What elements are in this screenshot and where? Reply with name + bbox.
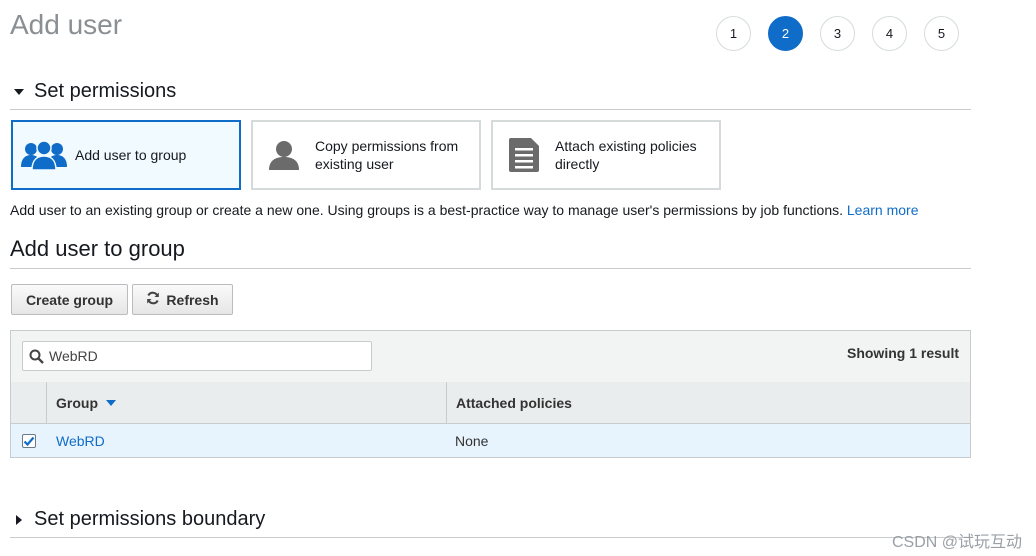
description-text: Add user to an existing group or create … — [10, 202, 843, 218]
step-5[interactable]: 5 — [924, 16, 959, 51]
table-toolbar: Showing 1 result — [11, 331, 970, 383]
option-label: Copy permissions from existing user — [315, 138, 459, 172]
create-group-label: Create group — [25, 291, 114, 308]
column-divider — [446, 382, 447, 423]
divider — [10, 268, 971, 269]
page-title: Add user — [10, 9, 123, 40]
divider — [10, 537, 971, 538]
option-add-user-to-group[interactable]: Add user to group — [11, 120, 241, 190]
search-box[interactable] — [22, 341, 372, 371]
step-4[interactable]: 4 — [872, 16, 907, 51]
step-2-active[interactable]: 2 — [768, 16, 803, 51]
table-row[interactable]: WebRD None — [11, 424, 970, 457]
column-label: Group — [56, 394, 98, 411]
group-name-link[interactable]: WebRD — [56, 424, 105, 457]
result-count: Showing 1 result — [846, 345, 959, 361]
row-checkbox[interactable] — [22, 424, 36, 457]
caret-right-icon — [16, 514, 22, 525]
permissions-description: Add user to an existing group or create … — [10, 202, 918, 218]
column-header-group[interactable]: Group — [56, 382, 116, 423]
document-icon — [493, 138, 555, 172]
option-attach-policies[interactable]: Attach existing policies directly — [491, 120, 721, 190]
divider — [10, 109, 971, 110]
user-icon — [253, 140, 315, 170]
search-icon — [23, 349, 49, 364]
set-permissions-boundary-toggle[interactable]: Set permissions boundary — [10, 508, 265, 531]
refresh-label: Refresh — [166, 291, 219, 308]
sort-desc-icon — [106, 399, 116, 406]
boundary-heading: Set permissions boundary — [34, 508, 266, 530]
set-permissions-heading: Set permissions — [34, 80, 177, 102]
option-copy-permissions[interactable]: Copy permissions from existing user — [251, 120, 481, 190]
attached-policies-value: None — [455, 432, 489, 449]
refresh-icon — [146, 291, 160, 308]
wizard-steps: 1 2 3 4 5 — [716, 16, 959, 52]
step-1[interactable]: 1 — [716, 16, 751, 51]
checkbox-checked-icon[interactable] — [22, 433, 36, 448]
create-group-button[interactable]: Create group — [11, 284, 128, 315]
add-user-to-group-title: Add user to group — [10, 236, 185, 261]
option-label: Attach existing policies directly — [555, 138, 697, 172]
refresh-button[interactable]: Refresh — [132, 284, 233, 315]
step-3[interactable]: 3 — [820, 16, 855, 51]
watermark: CSDN @试玩互动 — [891, 534, 1022, 551]
groups-table: Showing 1 result Group Attached policies… — [10, 330, 971, 458]
users-group-icon — [13, 140, 75, 170]
learn-more-link[interactable]: Learn more — [847, 202, 919, 218]
set-permissions-toggle[interactable]: Set permissions — [10, 80, 176, 103]
column-header-attached-policies[interactable]: Attached policies — [456, 382, 572, 423]
caret-down-icon — [14, 88, 24, 95]
option-label: Add user to group — [75, 147, 187, 163]
column-divider — [46, 382, 47, 423]
search-input[interactable] — [49, 348, 349, 364]
table-header: Group Attached policies — [11, 382, 970, 424]
